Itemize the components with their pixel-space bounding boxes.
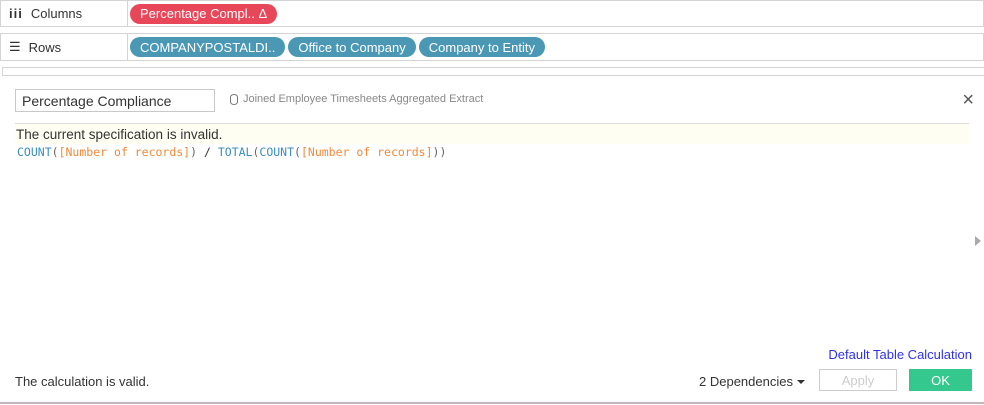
dependencies-label: 2 Dependencies [699, 374, 793, 389]
formula-field: [Number of records] [58, 145, 191, 159]
default-table-calculation-link[interactable]: Default Table Calculation [828, 347, 972, 362]
formula-editor[interactable]: COUNT([Number of records]) / TOTAL(COUNT… [17, 145, 446, 159]
columns-label: iii Columns [1, 1, 128, 26]
datasource-name: Joined Employee Timesheets Aggregated Ex… [243, 93, 484, 105]
bottom-border [0, 402, 984, 404]
formula-fn: COUNT [259, 145, 295, 159]
calculation-editor: Percentage Compliance Joined Employee Ti… [2, 75, 984, 405]
pill-percentage-compliance[interactable]: Percentage Compl.. Δ [130, 3, 278, 24]
rows-shelf: ☰ Rows COMPANYPOSTALDI.. Office to Compa… [0, 33, 984, 61]
formula-paren: )) [432, 145, 447, 159]
ok-button[interactable]: OK [909, 369, 972, 391]
formula-operator: / [197, 145, 218, 159]
formula-fn: TOTAL [217, 145, 253, 159]
columns-icon: iii [9, 6, 23, 21]
close-icon[interactable]: × [962, 90, 974, 110]
datasource-label: Joined Employee Timesheets Aggregated Ex… [230, 93, 483, 105]
rows-icon: ☰ [9, 39, 21, 54]
formula-paren: ( [294, 145, 301, 159]
formula-fn: COUNT [17, 145, 52, 159]
apply-button[interactable]: Apply [819, 369, 897, 391]
dependencies-dropdown[interactable]: 2 Dependencies [699, 374, 805, 389]
rows-label: ☰ Rows [1, 34, 128, 60]
status-text: The calculation is valid. [15, 374, 150, 389]
columns-shelf: iii Columns Percentage Compl.. Δ [0, 0, 984, 27]
formula-field: [Number of records] [300, 145, 433, 159]
rows-label-text: Rows [28, 39, 62, 55]
pill-company-to-entity[interactable]: Company to Entity [418, 37, 545, 57]
pill-companypostaldistrict[interactable]: COMPANYPOSTALDI.. [130, 37, 286, 57]
columns-label-text: Columns [30, 6, 83, 21]
caret-down-icon [796, 379, 805, 384]
expand-arrow-icon[interactable] [975, 236, 981, 246]
calculation-name-input[interactable]: Percentage Compliance [15, 89, 215, 112]
error-message: The current specification is invalid. [15, 124, 969, 144]
pill-office-to-company[interactable]: Office to Company [288, 37, 416, 57]
database-icon [230, 93, 238, 105]
formula-paren: ( [51, 145, 59, 159]
